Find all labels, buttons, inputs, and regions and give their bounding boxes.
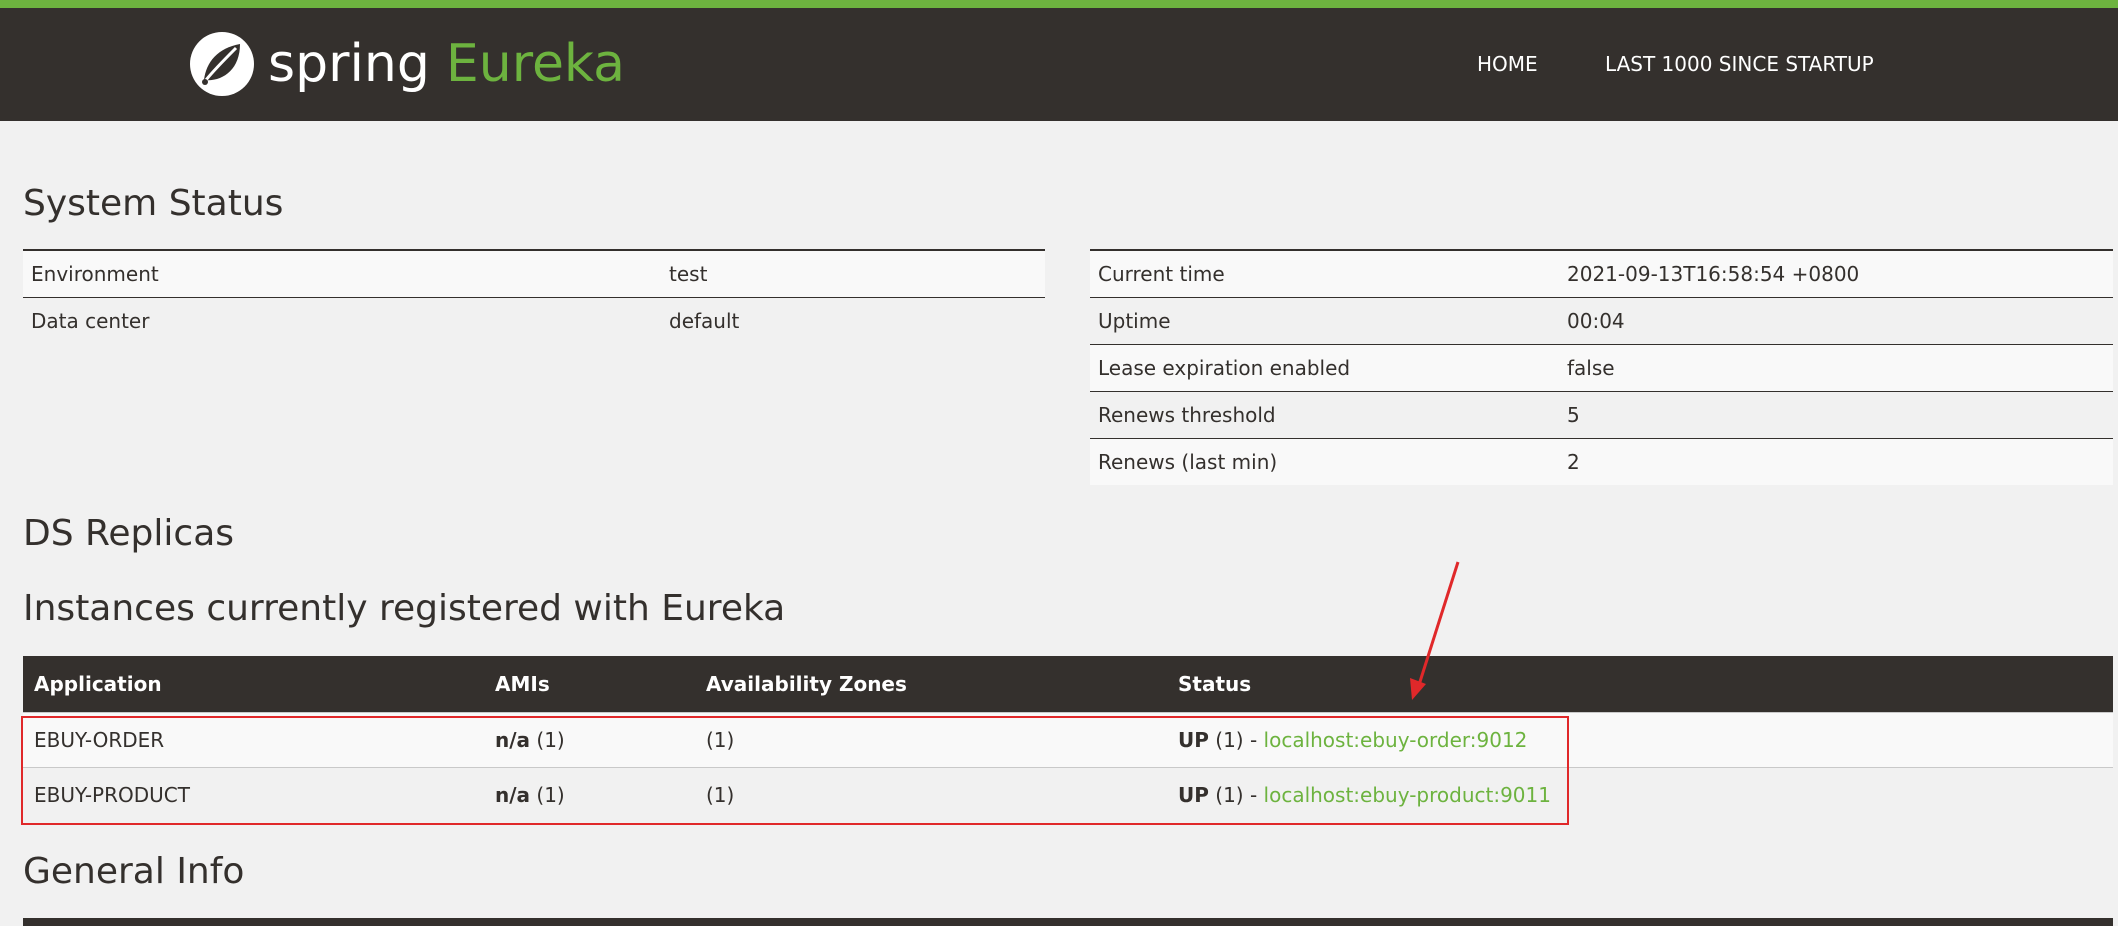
ds-replicas-heading: DS Replicas [23,513,235,554]
table-row: Renews (last min) 2 [1090,438,2113,485]
table-row: Current time 2021-09-13T16:58:54 +0800 [1090,249,2113,298]
navbar-accent-strip [0,0,2118,8]
status-key: Current time [1090,249,1559,298]
header-availability-zones: Availability Zones [695,656,1167,713]
annotation-highlight-box [21,716,1569,825]
brand-spring-text: spring [268,34,430,94]
header-status: Status [1167,656,2113,713]
status-value: test [661,249,1045,298]
table-row: Uptime 00:04 [1090,297,2113,345]
instances-heading: Instances currently registered with Eure… [23,588,786,629]
nav-home-link[interactable]: HOME [1477,52,1538,76]
status-value: false [1559,344,2113,392]
status-value: 2021-09-13T16:58:54 +0800 [1559,249,2113,298]
table-header-row: Application AMIs Availability Zones Stat… [23,656,2113,713]
brand-logo-link[interactable]: spring Eureka [188,24,625,104]
status-key: Uptime [1090,297,1559,345]
table-row: Data center default [23,297,1045,344]
status-key: Renews (last min) [1090,438,1559,485]
header-amis: AMIs [484,656,695,713]
system-status-right-table: Current time 2021-09-13T16:58:54 +0800 U… [1090,249,2113,485]
spring-leaf-icon [190,32,254,96]
status-key: Renews threshold [1090,391,1559,439]
status-key: Lease expiration enabled [1090,344,1559,392]
status-value: 00:04 [1559,297,2113,345]
nav-last-1000-link[interactable]: LAST 1000 SINCE STARTUP [1605,52,1874,76]
general-info-table-header [23,918,2113,926]
status-value: 5 [1559,391,2113,439]
table-row: Renews threshold 5 [1090,391,2113,439]
table-row: Lease expiration enabled false [1090,344,2113,392]
header-application: Application [23,656,484,713]
status-value: default [661,297,1045,344]
status-key: Environment [23,249,661,298]
general-info-heading: General Info [23,851,245,892]
system-status-left-table: Environment test Data center default [23,249,1045,344]
status-key: Data center [23,297,661,344]
navbar: spring Eureka HOME LAST 1000 SINCE START… [0,8,2118,121]
system-status-heading: System Status [23,183,284,224]
annotation-arrow-icon [1410,561,1460,700]
table-row: Environment test [23,249,1045,298]
status-value: 2 [1559,438,2113,485]
brand-eureka-text: Eureka [445,34,625,94]
